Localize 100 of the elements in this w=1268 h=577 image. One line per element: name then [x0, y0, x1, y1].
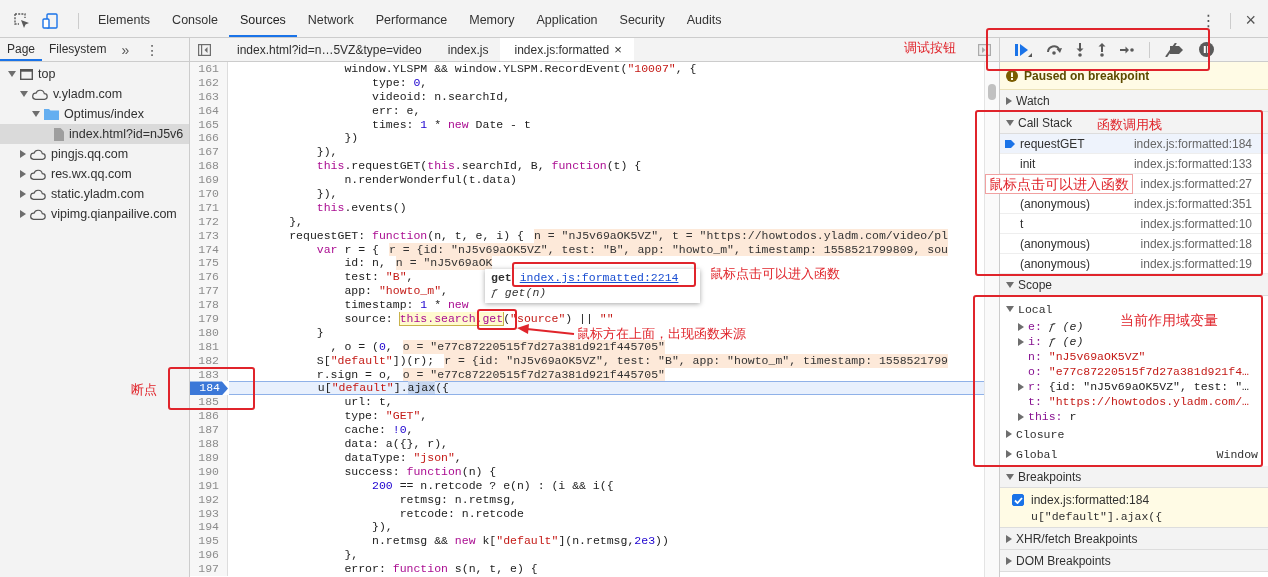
file-tab[interactable]: index.js: [433, 38, 501, 61]
disclosure-triangle-icon[interactable]: [1006, 556, 1012, 565]
disclosure-triangle-icon[interactable]: [1018, 322, 1024, 331]
panel-tab[interactable]: Audits: [675, 4, 733, 37]
line-number: 167: [190, 145, 228, 160]
function-name: init: [1020, 156, 1037, 171]
code-line: id: n,: [343, 256, 386, 271]
disclosure-triangle-icon[interactable]: [1006, 430, 1012, 438]
resume-icon: [1015, 42, 1032, 57]
frame-location[interactable]: index.js:formatted:184: [1133, 136, 1252, 151]
tree-item[interactable]: top: [0, 64, 189, 84]
code-line: dataType: "json",: [343, 450, 462, 465]
tree-item[interactable]: vipimg.qianpailive.com: [0, 204, 189, 224]
disclosure-triangle-icon[interactable]: [20, 91, 28, 97]
panel-tab[interactable]: Console: [161, 4, 229, 37]
panel-tab[interactable]: Performance: [364, 4, 459, 37]
current-frame-arrow-icon: [1005, 138, 1015, 149]
navigator-tab[interactable]: Filesystem: [42, 38, 114, 61]
code-line: data: a({}, r),: [343, 437, 448, 451]
cloud-icon: [30, 168, 46, 180]
close-button[interactable]: ×: [1239, 10, 1262, 31]
scope-variable[interactable]: o: "e77c87220515f7d27a381d921f4…: [1000, 364, 1249, 379]
panel-tab[interactable]: Elements: [87, 4, 162, 37]
scope-variable[interactable]: this: r: [1000, 409, 1077, 424]
section-header[interactable]: XHR/fetch Breakpoints: [1000, 528, 1268, 550]
scope-variable[interactable]: n: "nJ5v69aOK5VZ": [1000, 349, 1146, 364]
line-number: 185: [190, 395, 228, 410]
tree-item[interactable]: pingjs.qq.com: [0, 144, 189, 164]
checkbox[interactable]: [1012, 494, 1024, 506]
disclosure-triangle-icon[interactable]: [1006, 119, 1014, 126]
scope-group[interactable]: Local: [1000, 299, 1053, 319]
tree-item[interactable]: index.html?id=nJ5v6: [0, 124, 189, 144]
breakpoint-marker[interactable]: 184: [190, 381, 228, 396]
annotation-arrow: [517, 324, 575, 336]
disclosure-triangle-icon[interactable]: [1006, 306, 1014, 312]
disclosure-triangle-icon[interactable]: [1006, 473, 1014, 480]
line-number: 170: [190, 187, 228, 201]
code-line: requestGET: function(n, t, e, i) {: [288, 228, 524, 243]
disclosure-triangle-icon[interactable]: [1018, 412, 1024, 421]
frame-location[interactable]: index.js:formatted:27: [1140, 176, 1252, 191]
disclosure-triangle-icon[interactable]: [20, 170, 26, 178]
frame-location[interactable]: index.js:formatted:18: [1140, 236, 1252, 251]
frame-location[interactable]: index.js:formatted:10: [1140, 216, 1252, 231]
frame-location[interactable]: index.js:formatted:19: [1140, 256, 1252, 271]
scope-variable[interactable]: e: ƒ (e): [1000, 319, 1084, 334]
inline-value: n = "nJ5v69aOK: [395, 256, 493, 271]
scrollbar-thumb[interactable]: [988, 84, 996, 100]
tree-item[interactable]: res.wx.qq.com: [0, 164, 189, 184]
close-tab-icon[interactable]: ×: [614, 42, 622, 57]
debugger-toggle-icon[interactable]: [978, 43, 991, 56]
section-header[interactable]: DOM Breakpoints: [1000, 550, 1268, 572]
sidebar-toggle-icon[interactable]: [198, 43, 211, 56]
scope-variable[interactable]: r: {id: "nJ5v69aOK5VZ", test: "…: [1000, 379, 1249, 394]
frame-location[interactable]: index.js:formatted:133: [1133, 156, 1252, 171]
function-name: (anonymous): [1020, 196, 1092, 211]
disclosure-triangle-icon[interactable]: [8, 71, 16, 77]
menu-button[interactable]: ⋮: [137, 41, 168, 58]
cloud-icon: [30, 148, 46, 160]
tree-item[interactable]: Optimus/index: [0, 104, 189, 124]
file-tab[interactable]: index.js:formatted ×: [500, 38, 634, 61]
line-number: 179: [190, 312, 228, 326]
section-header[interactable]: Watch: [1000, 90, 1268, 112]
scope-group[interactable]: Global Window: [1000, 444, 1268, 464]
scope-group[interactable]: Closure: [1000, 424, 1065, 444]
disclosure-triangle-icon[interactable]: [1006, 534, 1012, 543]
more-tabs-button[interactable]: »: [113, 41, 138, 58]
disclosure-triangle-icon[interactable]: [1006, 450, 1012, 458]
tree-item[interactable]: v.yladm.com: [0, 84, 189, 104]
scope-variable[interactable]: t: "https://howtodos.yladm.com/…: [1000, 394, 1249, 409]
disclosure-triangle-icon[interactable]: [1018, 382, 1024, 391]
annotation-label: 调试按钮: [904, 40, 956, 56]
section-header[interactable]: Breakpoints: [1000, 466, 1268, 488]
device-toolbar-icon[interactable]: [42, 12, 58, 29]
section-header[interactable]: Scope: [1000, 274, 1268, 296]
code-line: type: 0,: [371, 75, 428, 90]
disclosure-triangle-icon[interactable]: [32, 111, 40, 117]
source-link[interactable]: index.js:formatted:2214: [519, 271, 679, 284]
disclosure-triangle-icon[interactable]: [20, 190, 26, 198]
disclosure-triangle-icon[interactable]: [1006, 281, 1014, 288]
folder-icon: [44, 108, 59, 120]
frame-location[interactable]: index.js:formatted:351: [1133, 196, 1252, 211]
navigator-tab[interactable]: Page: [0, 38, 43, 61]
breakpoint-code: u["default"].ajax({: [1030, 510, 1164, 523]
disclosure-triangle-icon[interactable]: [20, 150, 26, 158]
disclosure-triangle-icon[interactable]: [1018, 337, 1024, 346]
step-over-icon: [1046, 44, 1062, 55]
disclosure-triangle-icon[interactable]: [20, 210, 26, 218]
inspect-icon[interactable]: [14, 12, 30, 29]
slashed-breakpoint-icon: [1165, 42, 1185, 57]
code-line: r.sign = o,: [315, 367, 393, 382]
tree-item[interactable]: static.yladm.com: [0, 184, 189, 204]
disclosure-triangle-icon[interactable]: [1006, 96, 1012, 105]
panel-tab[interactable]: Application: [525, 4, 609, 37]
more-menu-button[interactable]: ⋮: [1194, 11, 1223, 30]
panel-tab[interactable]: Security: [608, 4, 676, 37]
panel-tab[interactable]: Memory: [458, 4, 526, 37]
scope-variable[interactable]: i: ƒ (e): [1000, 334, 1084, 349]
cloud-icon: [30, 208, 46, 220]
panel-tab[interactable]: Network: [296, 4, 365, 37]
file-tab[interactable]: index.html?id=n…5VZ&type=video: [223, 38, 434, 61]
